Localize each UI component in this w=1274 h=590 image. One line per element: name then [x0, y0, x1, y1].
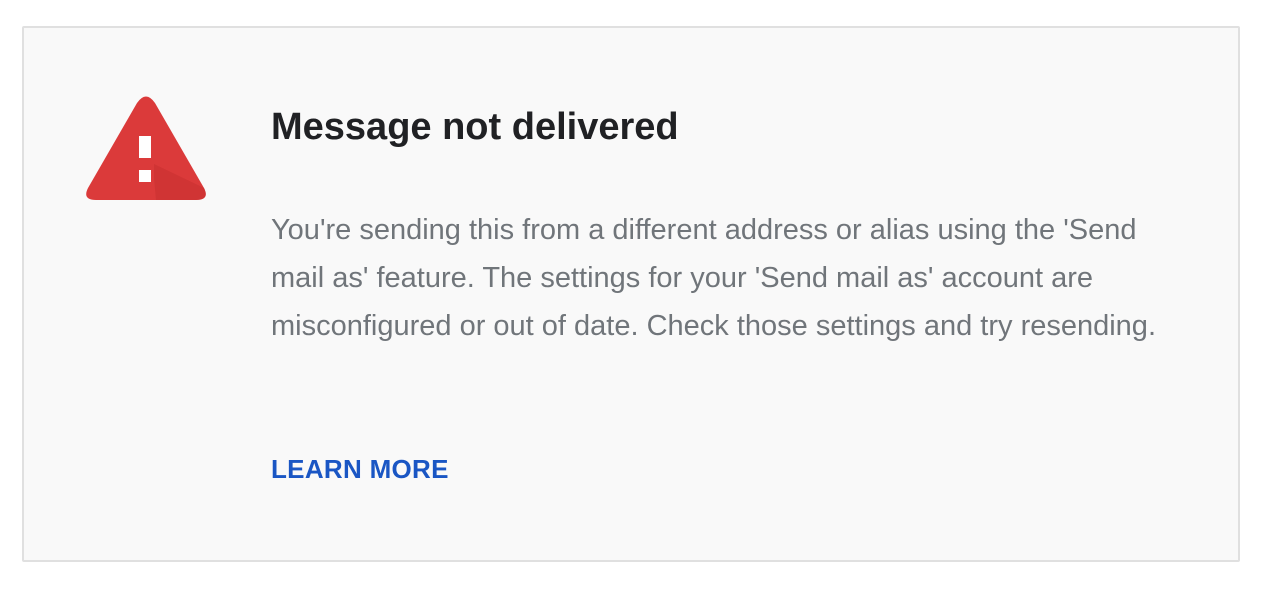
error-title: Message not delivered	[271, 106, 679, 148]
error-card: Message not delivered You're sending thi…	[22, 26, 1240, 562]
error-message: You're sending this from a different add…	[271, 214, 1156, 342]
learn-more-link[interactable]: LEARN MORE	[271, 454, 449, 485]
warning-triangle-icon	[84, 94, 208, 204]
